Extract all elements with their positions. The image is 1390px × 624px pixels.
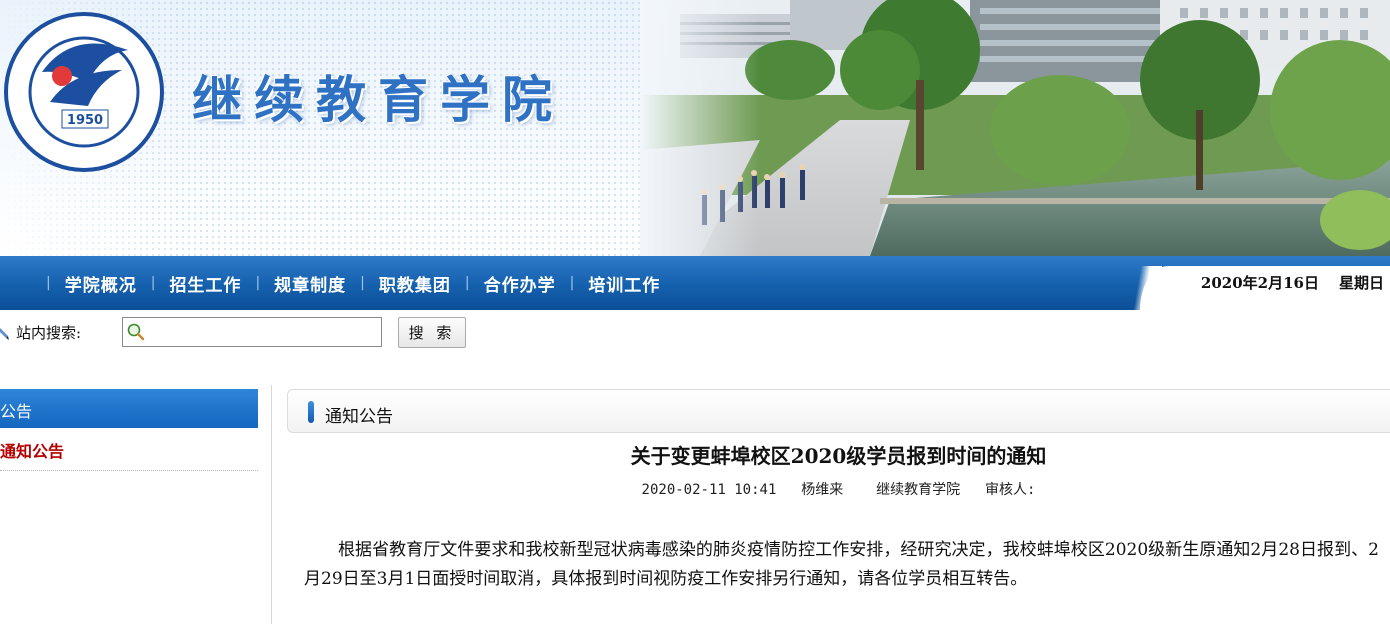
- nav-separator: |: [255, 275, 261, 291]
- nav-separator: |: [46, 275, 51, 291]
- logo-year: 1950: [67, 113, 103, 128]
- sidebar-item-notices[interactable]: 通知公告: [0, 438, 64, 462]
- nav-item-regulations[interactable]: 规章制度: [274, 271, 346, 296]
- search-input[interactable]: [122, 317, 382, 347]
- column-divider: [271, 385, 272, 624]
- section-title: 通知公告: [325, 407, 393, 427]
- site-search: 站内搜索: 搜 索: [0, 314, 1390, 350]
- site-title: 继续教育学院: [192, 71, 564, 129]
- article-meta: 2020-02-11 10:41 杨维来 继续教育学院 审核人:: [287, 479, 1390, 499]
- article-date: 2020-02-11 10:41: [641, 482, 777, 498]
- section-header: 通知公告: [287, 389, 1390, 433]
- section-marker: [308, 401, 314, 423]
- article-author: 杨维来: [801, 482, 844, 498]
- article-title: 关于变更蚌埠校区2020级学员报到时间的通知: [630, 444, 1047, 468]
- article-body: 根据省教育厅文件要求和我校新型冠状病毒感染的肺炎疫情防控工作安排，经研究决定，我…: [304, 540, 1379, 589]
- search-button[interactable]: 搜 索: [398, 317, 466, 348]
- nav-item-college-overview[interactable]: 学院概况: [65, 271, 137, 296]
- nav-separator: |: [150, 275, 156, 291]
- nav-item-training[interactable]: 培训工作: [588, 271, 660, 296]
- main-nav: | 学院概况 | 招生工作 | 规章制度 | 职教集团 | 合作办学 | 培训工…: [0, 256, 1390, 310]
- site-banner: 1950 继续教育学院: [0, 0, 1390, 256]
- search-label: 站内搜索:: [16, 324, 82, 342]
- nav-item-vocational-group[interactable]: 职教集团: [379, 271, 451, 296]
- current-date: 2020年2月16日 星期日: [1201, 272, 1384, 294]
- article-reviewer: 审核人:: [985, 482, 1036, 498]
- article-department: 继续教育学院: [876, 482, 961, 498]
- nav-item-cooperative-education[interactable]: 合作办学: [484, 271, 556, 296]
- nav-separator: |: [464, 275, 470, 291]
- nav-separator: |: [360, 275, 365, 291]
- sidebar-header: 公告: [0, 389, 258, 428]
- nav-separator: |: [569, 275, 575, 291]
- university-logo: 1950: [4, 12, 164, 172]
- weekday-text: 星期日: [1338, 274, 1384, 292]
- nav-menu: | 学院概况 | 招生工作 | 规章制度 | 职教集团 | 合作办学 | 培训工…: [0, 256, 660, 310]
- nav-item-admissions[interactable]: 招生工作: [169, 271, 241, 296]
- sidebar-divider: [0, 470, 258, 471]
- date-text: 2020年2月16日: [1200, 274, 1319, 292]
- pencil-icon: [0, 328, 9, 340]
